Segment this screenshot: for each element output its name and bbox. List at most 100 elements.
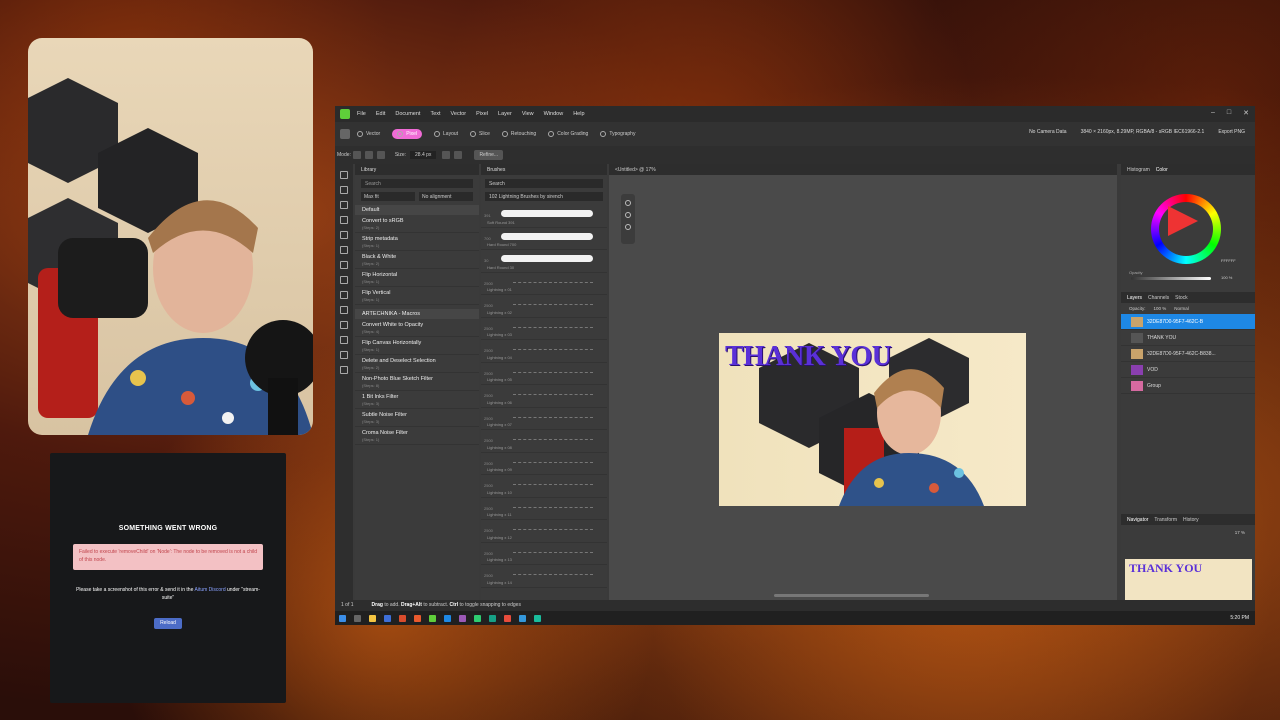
snapping-icon[interactable] <box>442 151 451 159</box>
macro-item[interactable]: Non-Photo Blue Sketch Filter (Steps: 8) <box>355 373 479 391</box>
brush-item[interactable]: 2500 Lightning x 05 <box>481 363 607 385</box>
color-triangle[interactable] <box>1168 206 1198 236</box>
macro-item[interactable]: Black & White (Steps: 2) <box>355 251 479 269</box>
minimize-icon[interactable]: – <box>1211 109 1215 117</box>
color-wheel[interactable] <box>1151 194 1221 264</box>
opacity-slider[interactable] <box>1131 277 1211 280</box>
affinity-taskbar-icon[interactable] <box>429 614 436 622</box>
eraser-tool-icon[interactable] <box>340 261 348 269</box>
taskbar-app-icon[interactable] <box>489 614 496 622</box>
layer-row[interactable]: Group <box>1121 378 1255 394</box>
discord-link[interactable]: Aitum Discord <box>195 587 226 593</box>
move-tool-icon[interactable] <box>340 171 348 179</box>
layer-row[interactable]: VOD <box>1121 362 1255 378</box>
canvas-area[interactable]: <Untitled> @ 17% THANK YOU <box>609 164 1117 600</box>
brush-item[interactable]: 2500 Lightning x 03 <box>481 318 607 340</box>
macro-item[interactable]: Flip Vertical (Steps: 1) <box>355 287 479 305</box>
brush-category-select[interactable]: 102 Lightning Brushes by sirench <box>485 192 603 201</box>
macro-item[interactable]: Subtle Noise Filter (Steps: 3) <box>355 409 479 427</box>
gradient-tool-icon[interactable] <box>340 291 348 299</box>
brush-item[interactable]: 30 Hard Round 30 <box>481 250 607 273</box>
horizontal-scrollbar[interactable] <box>774 594 929 597</box>
macro-item[interactable]: Convert White to Opacity (Steps: 4) <box>355 319 479 337</box>
text-tool-icon[interactable] <box>340 336 348 344</box>
brush-item[interactable]: 2500 Lightning x 13 <box>481 543 607 565</box>
brush-item[interactable]: 2500 Lightning x 04 <box>481 340 607 363</box>
marquee-tool-icon[interactable] <box>340 216 348 224</box>
macro-item[interactable]: Flip Canvas Horizontally (Steps: 1) <box>355 337 479 355</box>
view-tool-icon[interactable] <box>340 186 348 194</box>
blend-mode-select[interactable]: Normal <box>1174 306 1189 311</box>
eyedropper-icon[interactable] <box>625 224 631 230</box>
shape-tool-icon[interactable] <box>340 351 348 359</box>
taskbar-app-icon[interactable] <box>474 614 481 622</box>
brush-search-input[interactable]: Search <box>485 179 603 188</box>
export-button[interactable]: Export PNG <box>1218 129 1245 135</box>
refine-button[interactable]: Refine... <box>474 150 504 160</box>
layer-row[interactable]: 32DE87D0-95F7-462C-B <box>1121 314 1255 330</box>
paint-brush-icon[interactable] <box>340 246 348 254</box>
tab-histogram[interactable]: Histogram <box>1127 167 1150 173</box>
brush-item[interactable]: 2500 Lightning x 10 <box>481 475 607 498</box>
brush-item[interactable]: 2500 Lightning x 07 <box>481 408 607 430</box>
tab-layers[interactable]: Layers <box>1127 295 1142 301</box>
layer-opacity[interactable]: 100 % <box>1154 306 1167 311</box>
zoom-value[interactable]: 17 % <box>1235 530 1245 535</box>
menu-vector[interactable]: Vector <box>451 111 467 117</box>
maximize-icon[interactable]: □ <box>1227 109 1231 117</box>
tab-stock[interactable]: Stock <box>1175 295 1188 301</box>
artwork-canvas[interactable]: THANK YOU <box>719 333 1026 506</box>
taskbar-app-icon[interactable] <box>444 614 451 622</box>
tab-transform[interactable]: Transform <box>1154 517 1177 523</box>
close-icon[interactable]: ✕ <box>1243 109 1249 117</box>
brush-item[interactable]: 2500 Lightning x 08 <box>481 430 607 453</box>
mode-add-icon[interactable] <box>364 151 373 159</box>
selection-brush-icon[interactable] <box>340 201 348 209</box>
brush-item[interactable]: 391 Soft Round 391 <box>481 205 607 228</box>
brush-item[interactable]: 2500 Lightning x 09 <box>481 453 607 475</box>
persona-retouching[interactable]: Retouching <box>501 131 536 137</box>
menu-file[interactable]: File <box>357 111 366 117</box>
menu-edit[interactable]: Edit <box>376 111 385 117</box>
hex-value[interactable]: FFFFFF <box>1221 258 1236 263</box>
macro-group-artechnika[interactable]: ARTECHNIKA - Macros <box>355 309 479 319</box>
brush-item[interactable]: 2500 Lightning x 14 <box>481 565 607 588</box>
menu-layer[interactable]: Layer <box>498 111 512 117</box>
taskbar-app-icon[interactable] <box>384 614 391 622</box>
menu-help[interactable]: Help <box>573 111 584 117</box>
taskbar-app-icon[interactable] <box>459 614 466 622</box>
menu-pixel[interactable]: Pixel <box>476 111 488 117</box>
brush-item[interactable]: 2500 Lightning x 06 <box>481 385 607 408</box>
macro-item[interactable]: Convert to sRGB (Steps: 2) <box>355 215 479 233</box>
mode-subtract-icon[interactable] <box>376 151 385 159</box>
taskbar-app-icon[interactable] <box>504 614 511 622</box>
brush-settings-icon[interactable] <box>625 200 631 206</box>
persona-slice[interactable]: Slice <box>470 131 490 137</box>
macro-item[interactable]: Flip Horizontal (Steps: 1) <box>355 269 479 287</box>
macro-item[interactable]: Croma Noise Filter (Steps: 1) <box>355 427 479 445</box>
taskbar-app-icon[interactable] <box>414 614 421 622</box>
brush-item[interactable]: 700 Hard Round 700 <box>481 228 607 250</box>
persona-pixel[interactable]: Pixel <box>392 129 423 139</box>
document-tab[interactable]: <Untitled> @ 17% <box>609 164 1117 175</box>
brush-item[interactable]: 2500 Lightning x 11 <box>481 498 607 520</box>
persona-typography[interactable]: Typography <box>600 131 635 137</box>
taskbar-app-icon[interactable] <box>519 614 526 622</box>
color-picker-icon[interactable] <box>340 366 348 374</box>
library-search-input[interactable]: Search <box>361 179 473 188</box>
brush-item[interactable]: 2500 Lightning x 02 <box>481 295 607 318</box>
layer-row[interactable]: THANK YOU <box>1121 330 1255 346</box>
pressure-icon[interactable] <box>454 151 463 159</box>
pen-tool-icon[interactable] <box>340 321 348 329</box>
persona-color-grading[interactable]: Color Grading <box>548 131 588 137</box>
reload-button[interactable]: Reload <box>154 618 182 629</box>
fit-select[interactable]: Max fit <box>361 192 415 201</box>
layer-row[interactable]: 32DE87D0-95F7-462C-B838... <box>1121 346 1255 362</box>
opacity-value[interactable]: 100 % <box>1221 275 1232 280</box>
brushes-tab[interactable]: Brushes <box>481 164 607 175</box>
search-icon[interactable] <box>354 614 361 622</box>
brush-item[interactable]: 2500 Lightning x 12 <box>481 520 607 543</box>
menu-view[interactable]: View <box>522 111 534 117</box>
taskbar-app-icon[interactable] <box>399 614 406 622</box>
brush-item[interactable]: 2500 Lightning x 01 <box>481 273 607 295</box>
